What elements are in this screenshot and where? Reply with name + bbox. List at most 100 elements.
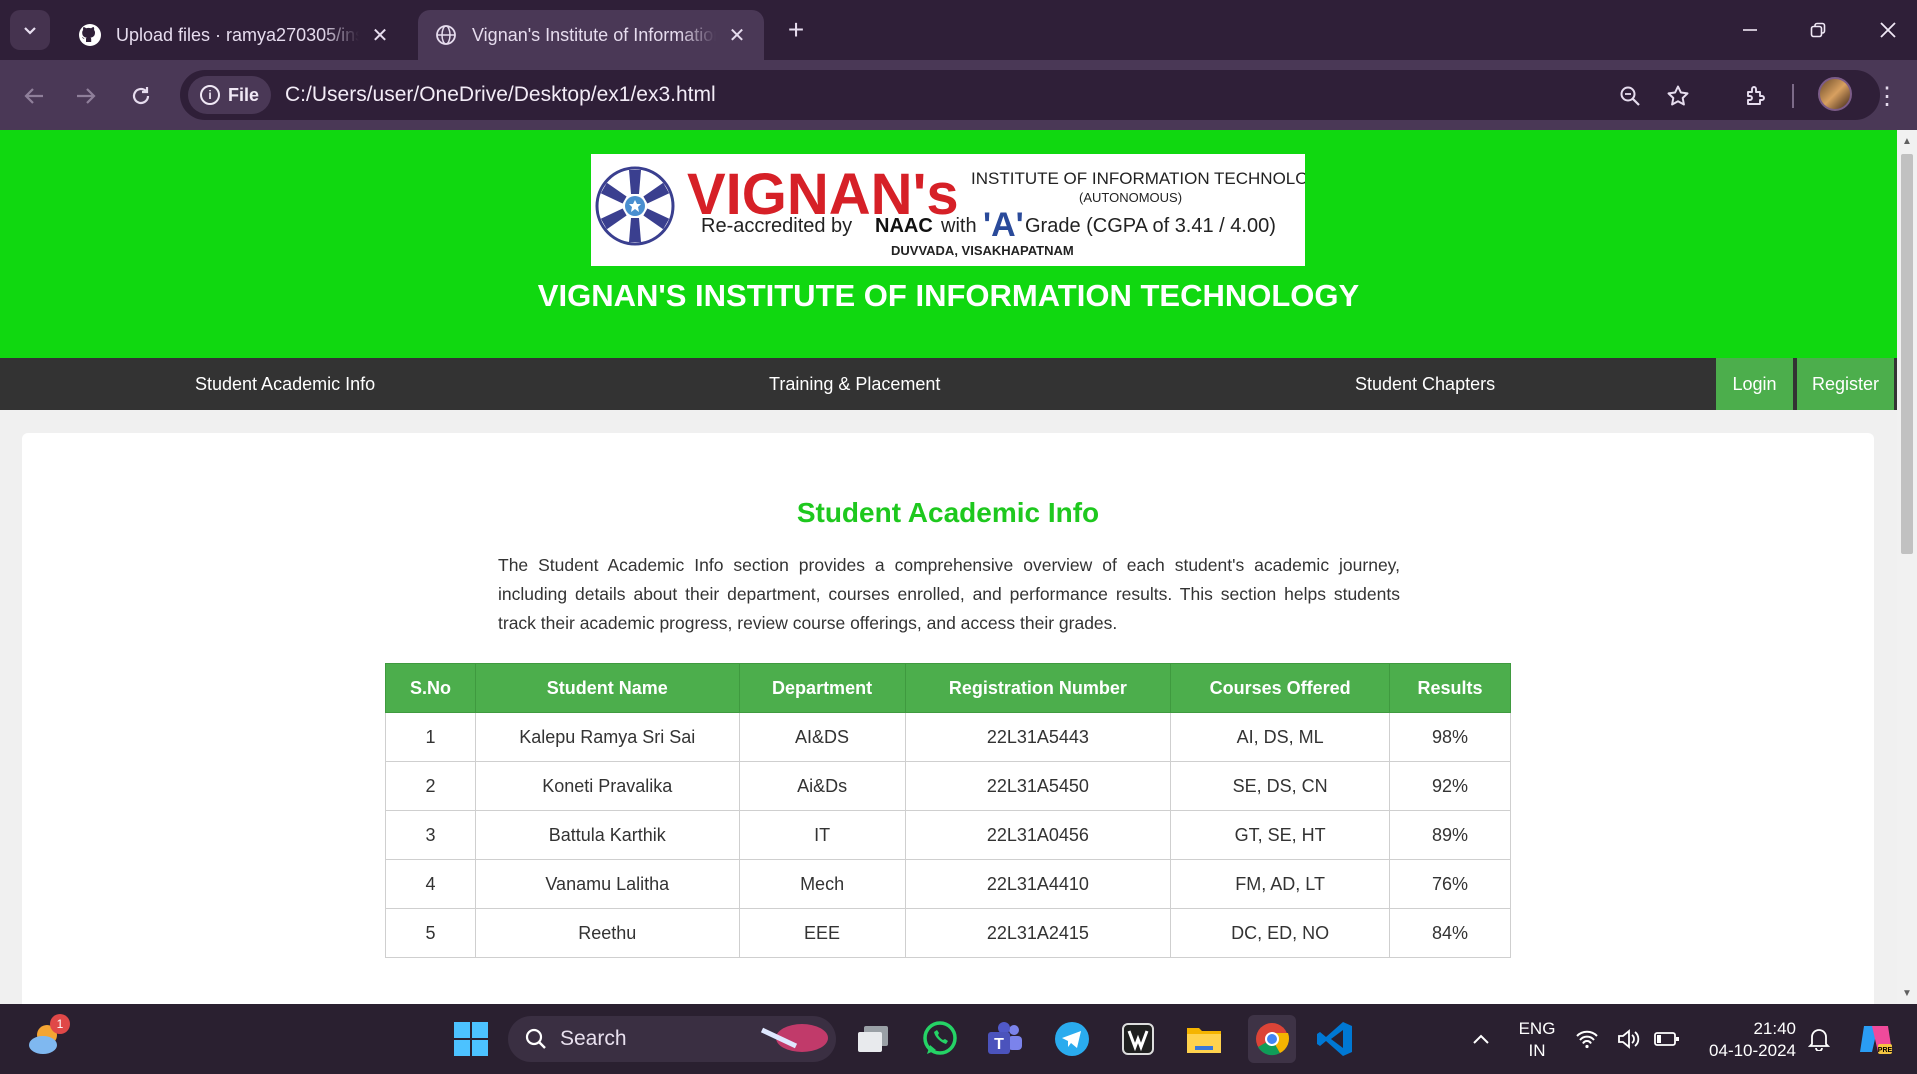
close-window-icon[interactable] bbox=[1860, 8, 1916, 52]
teams-icon[interactable]: T bbox=[984, 1018, 1026, 1060]
svg-text:PRE: PRE bbox=[1878, 1047, 1893, 1054]
table-cell: 4 bbox=[385, 859, 476, 909]
toolbar-divider bbox=[1792, 84, 1794, 108]
nav-student-chapters[interactable]: Student Chapters bbox=[1355, 358, 1495, 410]
close-tab-icon[interactable]: ✕ bbox=[726, 24, 748, 47]
table-cell: GT, SE, HT bbox=[1170, 810, 1391, 860]
browser-toolbar: i File C:/Users/user/OneDrive/Desktop/ex… bbox=[0, 60, 1917, 130]
table-row: 2 Koneti Pravalika Ai&Ds 22L31A5450 SE, … bbox=[385, 761, 1511, 811]
chevron-up-icon[interactable] bbox=[1460, 1018, 1502, 1060]
section-title: Student Academic Info bbox=[796, 497, 1100, 528]
table-cell: EEE bbox=[738, 908, 906, 958]
table-cell: 76% bbox=[1389, 859, 1511, 909]
search-icon bbox=[525, 1028, 546, 1049]
table-cell: Battula Karthik bbox=[474, 810, 740, 860]
nav-student-academic-info[interactable]: Student Academic Info bbox=[195, 358, 375, 410]
task-view-icon[interactable] bbox=[852, 1018, 894, 1060]
nav-training-placement[interactable]: Training & Placement bbox=[769, 358, 940, 410]
forward-arrow-icon[interactable] bbox=[66, 76, 106, 116]
restore-icon[interactable] bbox=[1790, 8, 1846, 52]
telegram-icon[interactable] bbox=[1051, 1018, 1093, 1060]
time-label: 21:40 bbox=[1753, 1019, 1796, 1038]
site-info-label: File bbox=[228, 84, 260, 105]
app-icon[interactable] bbox=[1117, 1018, 1159, 1060]
svg-text:Grade (CGPA of 3.41 / 4.00): Grade (CGPA of 3.41 / 4.00) bbox=[1025, 215, 1276, 237]
svg-text:DUVVADA, VISAKHAPATNAM: DUVVADA, VISAKHAPATNAM bbox=[891, 243, 1074, 258]
site-header: VIGNAN's INSTITUTE OF INFORMATION TECHNO… bbox=[0, 130, 1897, 358]
table-cell: DC, ED, NO bbox=[1170, 908, 1391, 958]
whatsapp-icon[interactable] bbox=[919, 1018, 961, 1060]
new-tab-icon[interactable]: + bbox=[780, 14, 812, 46]
extensions-icon[interactable] bbox=[1736, 76, 1776, 116]
svg-text:T: T bbox=[994, 1036, 1004, 1053]
reload-icon[interactable] bbox=[121, 76, 161, 116]
close-tab-icon[interactable]: ✕ bbox=[369, 24, 391, 47]
login-button[interactable]: Login bbox=[1716, 358, 1793, 410]
academic-info-card: Student Academic Info The Student Academ… bbox=[22, 433, 1874, 1004]
column-header: Courses Offered bbox=[1170, 663, 1391, 713]
url-text[interactable]: C:/Users/user/OneDrive/Desktop/ex1/ex3.h… bbox=[285, 83, 716, 107]
column-header: S.No bbox=[385, 663, 476, 713]
browser-tab-github[interactable]: Upload files · ramya270305/inst ✕ bbox=[62, 10, 407, 60]
scroll-up-icon[interactable]: ▲ bbox=[1902, 136, 1912, 147]
bookmark-star-icon[interactable] bbox=[1660, 78, 1696, 114]
svg-text:(AUTONOMOUS): (AUTONOMOUS) bbox=[1079, 190, 1182, 205]
page-scrollbar[interactable]: ▲ ▼ bbox=[1897, 130, 1917, 1004]
table-cell: Reethu bbox=[474, 908, 740, 958]
table-cell: Mech bbox=[738, 859, 906, 909]
site-info-button[interactable]: i File bbox=[188, 76, 272, 114]
chevron-down-icon bbox=[24, 27, 36, 35]
register-button[interactable]: Register bbox=[1797, 358, 1894, 410]
table-cell: FM, AD, LT bbox=[1170, 859, 1391, 909]
vscode-icon[interactable] bbox=[1314, 1018, 1356, 1060]
table-row: 4 Vanamu Lalitha Mech 22L31A4410 FM, AD,… bbox=[385, 859, 1511, 909]
tab-search-button[interactable] bbox=[10, 10, 50, 50]
globe-icon bbox=[434, 23, 458, 47]
info-icon: i bbox=[200, 85, 220, 105]
chrome-icon[interactable] bbox=[1248, 1015, 1296, 1063]
table-cell: 22L31A4410 bbox=[904, 859, 1172, 909]
svg-text:with: with bbox=[940, 215, 977, 237]
table-cell: Kalepu Ramya Sri Sai bbox=[474, 712, 740, 762]
battery-icon[interactable] bbox=[1652, 1018, 1682, 1060]
scroll-down-icon[interactable]: ▼ bbox=[1902, 988, 1912, 999]
column-header: Department bbox=[738, 663, 906, 713]
site-title: VIGNAN'S INSTITUTE OF INFORMATION TECHNO… bbox=[537, 278, 1360, 313]
notification-bell-icon[interactable] bbox=[1800, 1018, 1838, 1060]
search-highlight-icon bbox=[760, 1024, 828, 1052]
column-header: Registration Number bbox=[904, 663, 1172, 713]
table-cell: SE, DS, CN bbox=[1170, 761, 1391, 811]
volume-icon[interactable] bbox=[1614, 1018, 1644, 1060]
table-cell: 22L31A5450 bbox=[904, 761, 1172, 811]
browser-tab-vignan[interactable]: Vignan's Institute of Information ✕ bbox=[418, 10, 764, 60]
table-cell: Vanamu Lalitha bbox=[474, 859, 740, 909]
table-cell: 2 bbox=[385, 761, 476, 811]
svg-text:INSTITUTE OF INFORMATION TECHN: INSTITUTE OF INFORMATION TECHNOLOGY bbox=[971, 169, 1305, 188]
minimize-icon[interactable] bbox=[1722, 8, 1778, 52]
back-arrow-icon[interactable] bbox=[14, 76, 54, 116]
college-logo: VIGNAN's INSTITUTE OF INFORMATION TECHNO… bbox=[591, 154, 1333, 266]
taskbar-search-box[interactable]: Search bbox=[508, 1016, 836, 1062]
zoom-icon[interactable] bbox=[1612, 78, 1648, 114]
table-cell: 22L31A5443 bbox=[904, 712, 1172, 762]
address-bar[interactable]: i File C:/Users/user/OneDrive/Desktop/ex… bbox=[180, 70, 1880, 120]
svg-text:Re-accredited by: Re-accredited by bbox=[701, 215, 852, 237]
page-viewport: VIGNAN's INSTITUTE OF INFORMATION TECHNO… bbox=[0, 130, 1897, 1004]
scrollbar-thumb[interactable] bbox=[1901, 154, 1913, 554]
table-cell: 98% bbox=[1389, 712, 1511, 762]
copilot-icon[interactable]: PRE bbox=[1854, 1018, 1896, 1060]
notification-badge: 1 bbox=[50, 1014, 70, 1034]
profile-avatar[interactable] bbox=[1818, 77, 1852, 111]
language-indicator[interactable]: ENG IN bbox=[1512, 1018, 1562, 1062]
clock[interactable]: 21:40 04-10-2024 bbox=[1696, 1018, 1796, 1062]
more-options-icon[interactable]: ⋮ bbox=[1872, 78, 1902, 114]
file-explorer-icon[interactable] bbox=[1183, 1018, 1225, 1060]
weather-widget-icon[interactable]: 1 bbox=[24, 1014, 70, 1060]
table-cell: AI&DS bbox=[738, 712, 906, 762]
table-cell: Ai&Ds bbox=[738, 761, 906, 811]
wifi-icon[interactable] bbox=[1572, 1018, 1602, 1060]
search-label: Search bbox=[560, 1027, 627, 1050]
start-icon[interactable] bbox=[450, 1018, 492, 1060]
table-cell: Koneti Pravalika bbox=[474, 761, 740, 811]
github-icon bbox=[78, 23, 102, 47]
